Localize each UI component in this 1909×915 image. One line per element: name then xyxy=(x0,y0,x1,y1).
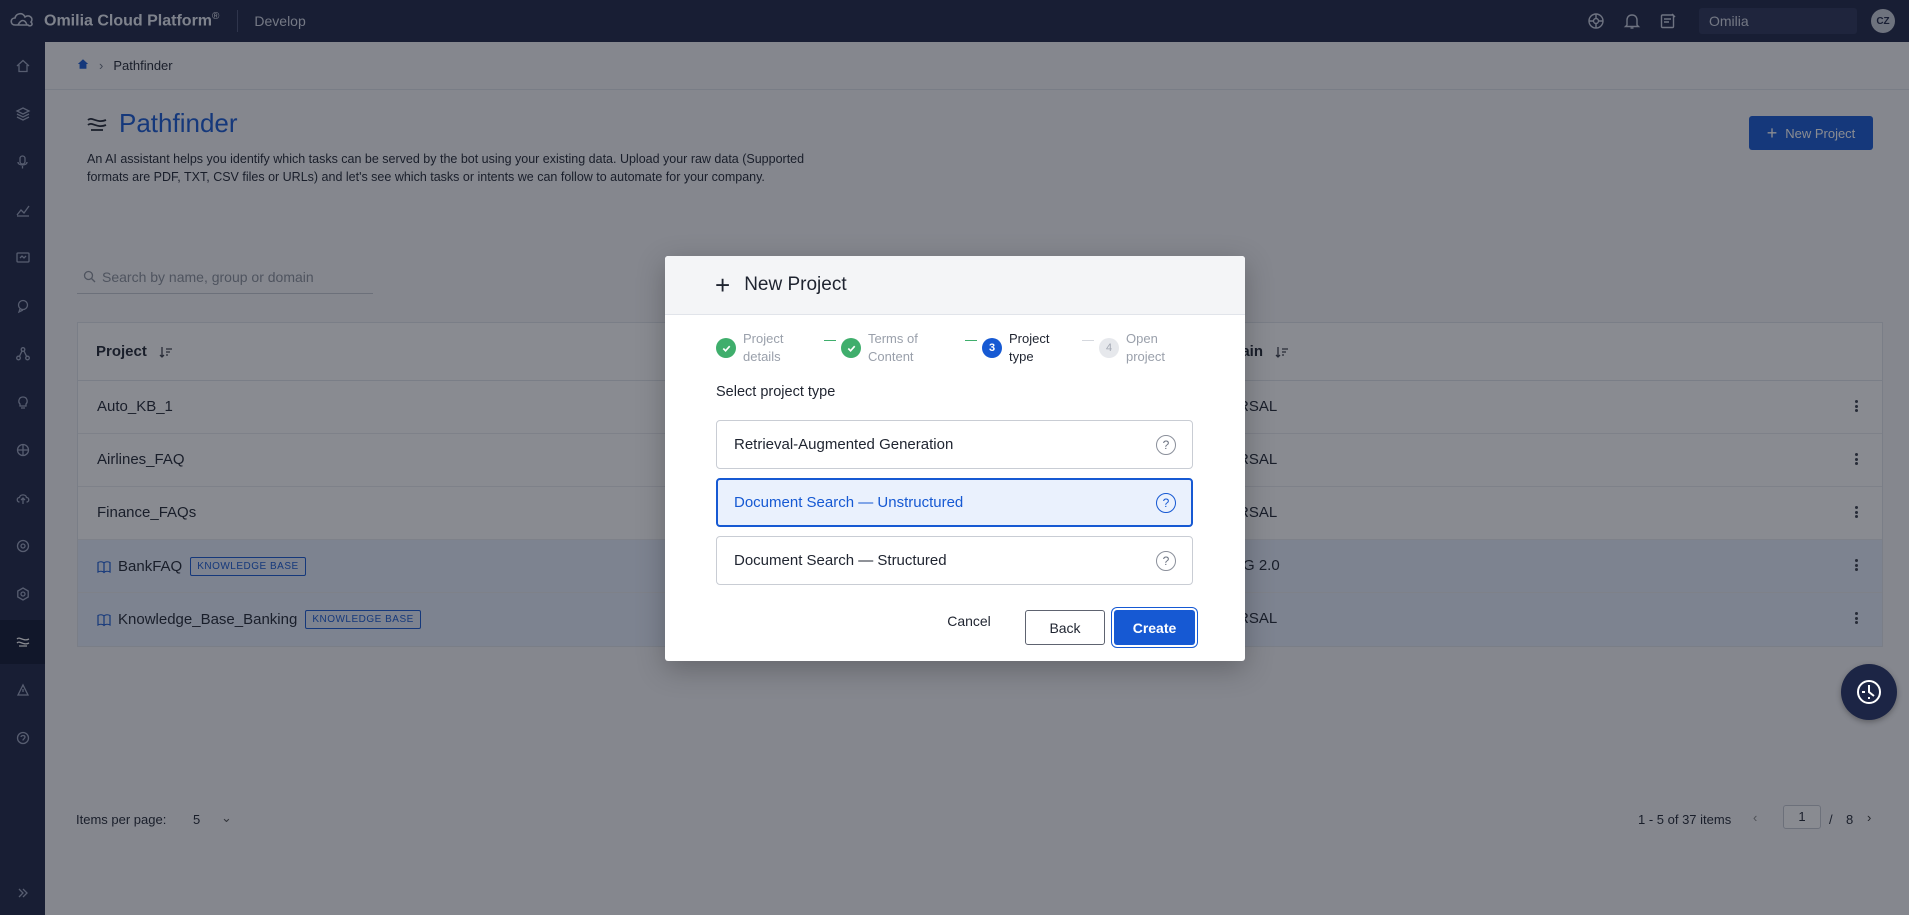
step-label: Terms of Content xyxy=(868,331,918,364)
step-connector xyxy=(965,340,977,341)
help-icon[interactable]: ? xyxy=(1156,551,1176,571)
step-project-type: 3 Project type xyxy=(982,330,1071,366)
step-label: Project type xyxy=(1009,331,1050,364)
dialog-title: New Project xyxy=(744,274,847,295)
help-icon[interactable]: ? xyxy=(1156,435,1176,455)
help-icon[interactable]: ? xyxy=(1156,493,1176,513)
step-label: Project details xyxy=(743,331,784,364)
step-connector xyxy=(824,340,836,341)
create-button[interactable]: Create xyxy=(1114,610,1195,645)
new-project-dialog: + New Project Project details Terms of C… xyxy=(665,256,1245,661)
stepper: Project details Terms of Content 3 Proje… xyxy=(716,330,1196,370)
step-number: 3 xyxy=(982,338,1002,358)
option-document-search-structured[interactable]: Document Search — Structured ? xyxy=(716,536,1193,585)
option-rag[interactable]: Retrieval-Augmented Generation ? xyxy=(716,420,1193,469)
back-button[interactable]: Back xyxy=(1025,610,1105,645)
plus-icon: + xyxy=(715,270,731,300)
option-document-search-unstructured[interactable]: Document Search — Unstructured ? xyxy=(716,478,1193,527)
step-project-details: Project details xyxy=(716,330,805,366)
select-project-type-label: Select project type xyxy=(716,384,836,400)
check-icon xyxy=(841,338,861,358)
step-open-project: 4 Open project xyxy=(1099,330,1188,366)
chat-assistant-button[interactable] xyxy=(1841,664,1897,720)
step-terms: Terms of Content xyxy=(841,330,930,366)
step-connector xyxy=(1082,340,1094,341)
step-number: 4 xyxy=(1099,338,1119,358)
dialog-header: + New Project xyxy=(665,256,1245,315)
chat-assistant-icon xyxy=(1857,680,1881,704)
step-label: Open project xyxy=(1126,331,1166,364)
check-icon xyxy=(716,338,736,358)
cancel-button[interactable]: Cancel xyxy=(941,610,997,632)
